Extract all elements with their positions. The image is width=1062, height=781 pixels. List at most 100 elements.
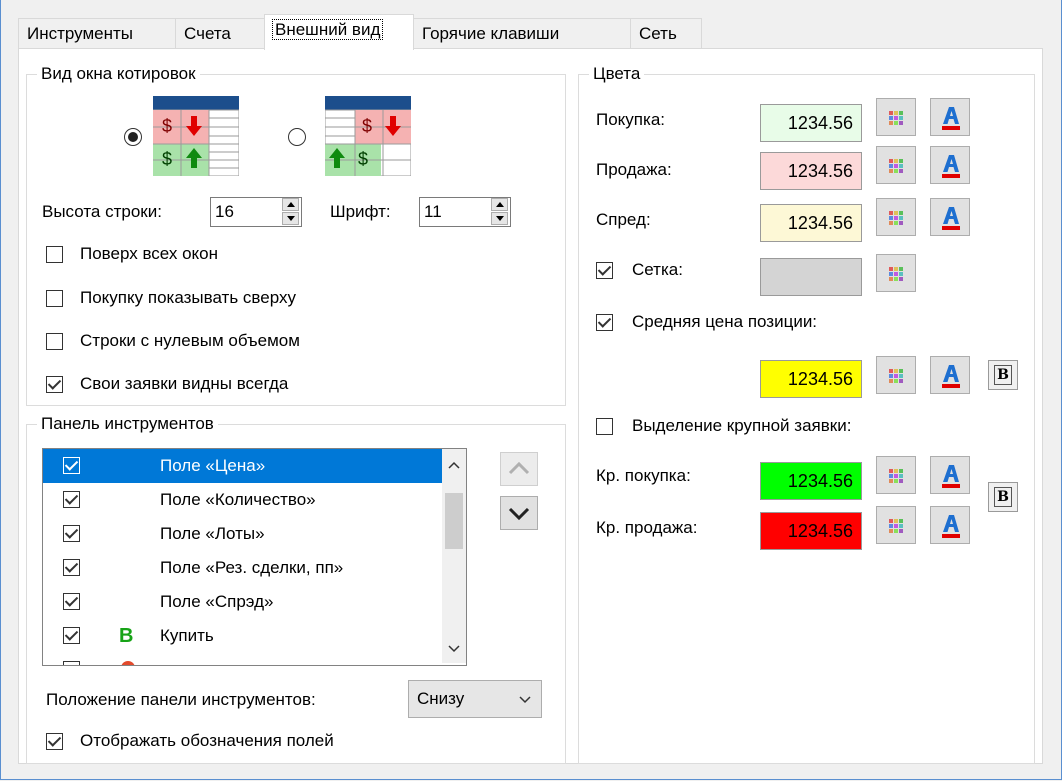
tab-hotkeys[interactable]: Горячие клавиши [413,18,631,48]
always-on-top-checkbox[interactable] [46,246,63,263]
spread-color-label: Спред: [596,210,651,229]
quote-window-group: Вид окна котировок [26,63,566,406]
avg-price-bold-button[interactable]: B [988,360,1018,390]
toolbar-panel-group-title: Панель инструментов [37,413,218,435]
list-item[interactable]: Поле «Цена» [43,449,459,483]
buy-on-top-label[interactable]: Покупку показывать сверху [80,288,296,308]
list-item-checkbox[interactable] [63,525,80,542]
sell-color-sample: 1234.56 [760,152,862,190]
list-item-checkbox[interactable] [63,661,80,665]
spread-background-color-button[interactable] [876,198,916,236]
font-up-button[interactable] [491,198,508,211]
avg-price-label[interactable]: Средняя цена позиции: [632,312,817,332]
show-field-labels-label[interactable]: Отображать обозначения полей [80,731,334,751]
zero-volume-rows-label[interactable]: Строки с нулевым объемом [80,331,300,351]
large-sell-background-color-button[interactable] [876,506,916,544]
toolbar-position-select[interactable]: Снизу [408,680,542,718]
list-scrollbar[interactable] [442,449,466,663]
tab-instruments[interactable]: Инструменты [18,18,176,48]
bold-icon: B [994,365,1012,385]
large-sell-label: Кр. продажа: [596,518,698,537]
always-on-top-label[interactable]: Поверх всех окон [80,244,218,264]
large-buy-font-color-button[interactable] [930,456,970,494]
toolbar-position-value: Снизу [417,689,465,708]
chevron-down-icon [519,696,531,704]
avg-price-color-sample: 1234.56 [760,360,862,398]
font-stepper-buttons [490,198,510,226]
font-color-icon [942,515,960,538]
buy-font-color-button[interactable] [930,98,970,136]
palette-icon [889,111,903,125]
list-item[interactable]: B Купить [43,619,459,653]
large-sell-color-sample: 1234.56 [760,512,862,550]
quote-layout-1-buy-glyph: $ [162,149,173,169]
layout-radio-2[interactable] [288,128,306,146]
palette-icon [889,267,903,281]
grid-checkbox[interactable] [596,262,613,279]
buy-icon: B [119,625,134,647]
list-item[interactable]: Поле «Рез. сделки, пп» [43,551,459,585]
font-color-icon [942,207,960,230]
font-color-icon [942,155,960,178]
move-down-button[interactable] [500,496,538,530]
buy-on-top-checkbox[interactable] [46,290,63,307]
list-item[interactable]: Поле «Спрэд» [43,585,459,619]
list-item-label: Поле «Цена» [160,456,266,475]
scroll-up-icon[interactable] [448,461,460,469]
list-item-checkbox[interactable] [63,559,80,576]
list-item-checkbox[interactable] [63,491,80,508]
font-down-button[interactable] [491,212,508,225]
move-up-button[interactable] [500,452,538,486]
list-item[interactable]: Поле «Лоты» [43,517,459,551]
tab-accounts[interactable]: Счета [175,18,265,48]
zero-volume-rows-checkbox[interactable] [46,333,63,350]
palette-icon [889,519,903,533]
layout-radio-1[interactable] [124,128,142,146]
large-order-label[interactable]: Выделение крупной заявки: [632,416,851,436]
grid-label[interactable]: Сетка: [632,260,683,280]
font-stepper[interactable]: 11 [419,197,511,227]
avg-price-checkbox[interactable] [596,314,613,331]
tab-appearance[interactable]: Внешний вид [264,14,414,50]
large-buy-background-color-button[interactable] [876,456,916,494]
row-height-up-button[interactable] [282,198,299,211]
sell-background-color-button[interactable] [876,146,916,184]
sell-font-color-button[interactable] [930,146,970,184]
tab-appearance-label: Внешний вид [271,19,384,40]
avg-price-font-color-button[interactable] [930,356,970,394]
row-height-value: 16 [215,202,234,221]
list-item-label: Поле «Рез. сделки, пп» [160,558,344,577]
buy-color-sample: 1234.56 [760,104,862,142]
palette-icon [889,469,903,483]
row-height-stepper[interactable]: 16 [210,197,302,227]
toolbar-items-list[interactable]: Поле «Цена» Поле «Количество» Поле «Лоты… [42,448,467,666]
grid-color-button[interactable] [876,254,916,292]
list-item-label: Поле «Количество» [160,490,316,509]
list-item-label: Поле «Лоты» [160,524,265,543]
list-item-checkbox[interactable] [63,457,80,474]
palette-icon [889,369,903,383]
colors-group-title: Цвета [589,63,645,85]
chevron-up-icon [508,461,530,475]
list-item-checkbox[interactable] [63,593,80,610]
list-item[interactable]: Поле «Количество» [43,483,459,517]
font-label: Шрифт: [330,202,391,221]
large-sell-font-color-button[interactable] [930,506,970,544]
font-value: 11 [424,202,442,221]
own-orders-visible-label[interactable]: Свои заявки видны всегда [80,374,288,394]
avg-price-background-color-button[interactable] [876,356,916,394]
large-order-checkbox[interactable] [596,418,613,435]
grid-color-sample [760,258,862,296]
list-item-partial[interactable] [43,653,459,665]
buy-background-color-button[interactable] [876,98,916,136]
show-field-labels-checkbox[interactable] [46,733,63,750]
large-order-bold-button[interactable]: B [988,482,1018,512]
tab-network[interactable]: Сеть [630,18,702,48]
list-item-checkbox[interactable] [63,627,80,644]
own-orders-visible-checkbox[interactable] [46,376,63,393]
list-scrollbar-thumb[interactable] [445,493,463,549]
quote-layout-2-buy-glyph: $ [358,149,369,169]
spread-font-color-button[interactable] [930,198,970,236]
row-height-down-button[interactable] [282,212,299,225]
scroll-down-icon[interactable] [448,645,460,653]
